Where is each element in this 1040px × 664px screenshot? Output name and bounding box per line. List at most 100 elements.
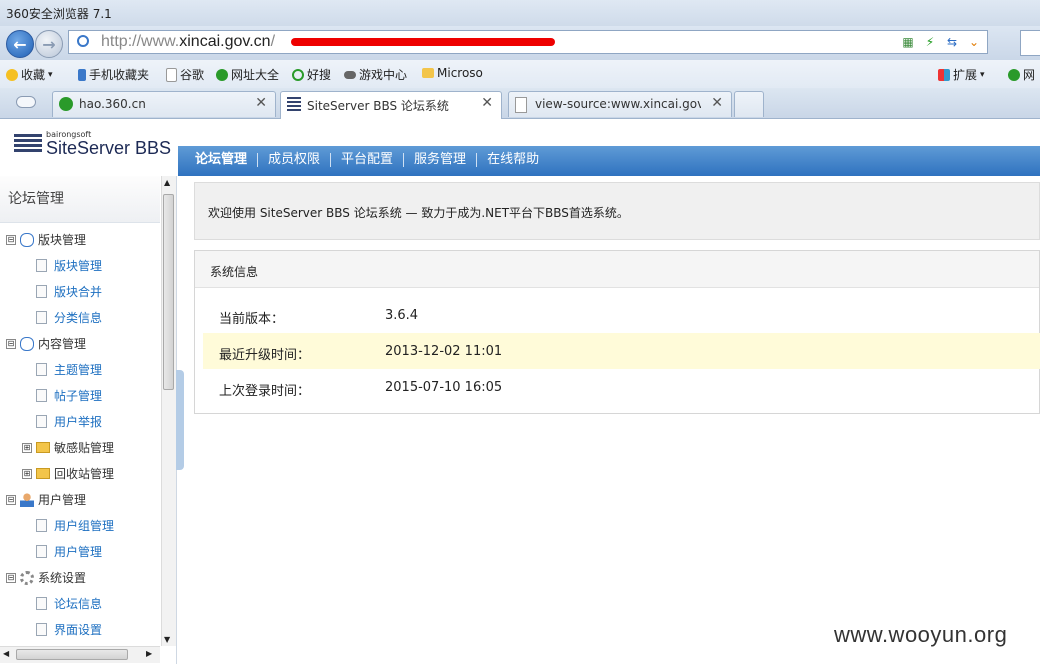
site-360-icon — [216, 68, 228, 81]
tree-item-user-manage[interactable]: 用户管理 — [36, 543, 102, 560]
browser-nav-bar: ← → http://www.xincai.gov.cn/ ▦ ⚡ ⇆ ⌄ — [0, 26, 1040, 60]
info-row-last-upgrade: 最近升级时间： 2013-12-02 11:01 — [203, 333, 1040, 369]
arrow-left-icon: ← — [13, 34, 27, 54]
tree-item-board-manage[interactable]: 版块管理 — [36, 257, 102, 274]
tree-item-category-info[interactable]: 分类信息 — [36, 309, 102, 326]
close-icon[interactable]: ✕ — [255, 95, 267, 111]
tree-label[interactable]: 分类信息 — [54, 309, 102, 326]
tree-folder-sensitive[interactable]: ⊞ 敏感贴管理 — [22, 439, 114, 456]
address-url[interactable]: http://www.xincai.gov.cn/ — [101, 33, 275, 51]
tree-item-forum-info[interactable]: 论坛信息 — [36, 595, 102, 612]
tree-label[interactable]: 版块管理 — [54, 257, 102, 274]
new-tab-button[interactable] — [734, 91, 764, 117]
lightning-icon[interactable]: ⚡ — [921, 33, 939, 51]
tree-label[interactable]: 用户组管理 — [54, 517, 114, 534]
tree-category-board[interactable]: ⊟ 版块管理 — [6, 231, 86, 248]
fav-microsoft[interactable]: Microso — [422, 66, 483, 80]
tree-label[interactable]: 界面设置 — [54, 621, 102, 638]
redaction-mark — [291, 38, 555, 46]
forward-button[interactable]: → — [35, 30, 63, 58]
fav-mobile[interactable]: 手机收藏夹 — [78, 66, 149, 83]
document-icon — [36, 597, 47, 610]
document-icon — [36, 311, 47, 324]
nav-service-admin[interactable]: 服务管理 — [403, 153, 476, 167]
info-key: 当前版本： — [219, 312, 285, 327]
tree-category-users[interactable]: ⊟ 用户管理 — [6, 491, 86, 508]
nav-online-help[interactable]: 在线帮助 — [476, 153, 549, 167]
scroll-left-icon[interactable]: ◀ — [3, 649, 9, 658]
fav-haosou[interactable]: 好搜 — [292, 66, 331, 83]
folder-icon — [36, 468, 50, 479]
scrollbar-thumb[interactable] — [16, 649, 128, 660]
switch-mode-icon[interactable]: ⇆ — [943, 33, 961, 51]
nav-forum-admin[interactable]: 论坛管理 — [195, 153, 257, 167]
tree-item-board-merge[interactable]: 版块合并 — [36, 283, 102, 300]
info-row-last-login: 上次登录时间： 2015-07-10 16:05 — [203, 369, 1040, 405]
cloud-icon[interactable] — [16, 96, 36, 108]
document-icon — [36, 363, 47, 376]
tree-label[interactable]: 用户举报 — [54, 413, 102, 430]
collapse-icon[interactable]: ⊟ — [6, 572, 16, 583]
tree-item-post-manage[interactable]: 帖子管理 — [36, 387, 102, 404]
tree-item-user-report[interactable]: 用户举报 — [36, 413, 102, 430]
shield-icon — [1008, 68, 1020, 81]
info-key: 上次登录时间： — [219, 384, 311, 399]
fav-games[interactable]: 游戏中心 — [344, 66, 407, 83]
qr-code-icon[interactable]: ▦ — [899, 33, 917, 51]
address-bar[interactable]: http://www.xincai.gov.cn/ ▦ ⚡ ⇆ ⌄ — [68, 30, 988, 54]
window-title: 360安全浏览器 7.1 — [6, 7, 112, 21]
expand-icon[interactable]: ⊞ — [22, 442, 32, 453]
tree-category-settings[interactable]: ⊟ 系统设置 — [6, 569, 86, 586]
tree-folder-recycle[interactable]: ⊞ 回收站管理 — [22, 465, 114, 482]
tree-label: 回收站管理 — [54, 467, 115, 481]
nav-platform-config[interactable]: 平台配置 — [330, 153, 403, 167]
arrow-right-icon: → — [42, 34, 56, 54]
fav-net-shield[interactable]: 网 — [1008, 66, 1035, 83]
collapse-icon[interactable]: ⊟ — [6, 338, 16, 349]
sidebar-collapse-handle[interactable] — [176, 370, 184, 470]
tab-label: hao.360.cn — [79, 97, 146, 111]
search-icon — [292, 68, 304, 81]
gamepad-icon — [344, 70, 356, 79]
welcome-text: 欢迎使用 SiteServer BBS 论坛系统 — 致力于成为.NET平台下B… — [208, 206, 629, 220]
chevron-down-icon[interactable]: ⌄ — [965, 33, 983, 51]
collapse-icon[interactable]: ⊟ — [6, 494, 16, 505]
search-box[interactable] — [1020, 30, 1040, 56]
chat-bubbles-icon — [20, 232, 34, 247]
tree-label[interactable]: 论坛信息 — [54, 595, 102, 612]
tree-label[interactable]: 主题管理 — [54, 361, 102, 378]
close-icon[interactable]: ✕ — [711, 95, 723, 111]
tree-item-topic-manage[interactable]: 主题管理 — [36, 361, 102, 378]
tree-label[interactable]: 帖子管理 — [54, 387, 102, 404]
tree-label: 用户管理 — [38, 493, 87, 507]
scrollbar-thumb[interactable] — [163, 194, 174, 390]
system-info-title: 系统信息 — [210, 265, 259, 279]
sidebar-horizontal-scrollbar[interactable]: ◀ ▶ — [0, 646, 160, 663]
scroll-right-icon[interactable]: ▶ — [146, 649, 152, 658]
tab-hao360[interactable]: hao.360.cn ✕ — [52, 91, 276, 117]
document-icon — [36, 389, 47, 402]
tab-siteserver[interactable]: SiteServer BBS 论坛系统 ✕ — [280, 91, 502, 119]
document-icon — [36, 623, 47, 636]
tree-category-content[interactable]: ⊟ 内容管理 — [6, 335, 86, 352]
info-value: 3.6.4 — [385, 308, 419, 323]
tree-label[interactable]: 用户管理 — [54, 543, 102, 560]
sidebar-header: 论坛管理 — [0, 176, 160, 223]
favorites-menu[interactable]: 收藏 ▾ — [6, 66, 53, 83]
scroll-up-icon[interactable]: ▲ — [164, 178, 170, 187]
fav-hao360[interactable]: 网址大全 — [216, 66, 279, 83]
extensions-menu[interactable]: 扩展 ▾ — [938, 66, 985, 83]
expand-icon[interactable]: ⊞ — [22, 468, 32, 479]
fav-google[interactable]: 谷歌 — [166, 66, 204, 83]
sidebar-vertical-scrollbar[interactable]: ▲ ▼ — [161, 176, 176, 646]
scroll-down-icon[interactable]: ▼ — [164, 635, 170, 644]
tree-label[interactable]: 版块合并 — [54, 283, 102, 300]
tab-view-source[interactable]: view-source:www.xincai.gov.c ✕ — [508, 91, 732, 117]
tree-item-usergroup-manage[interactable]: 用户组管理 — [36, 517, 114, 534]
nav-member-permissions[interactable]: 成员权限 — [257, 153, 330, 167]
grid-icon — [938, 68, 950, 81]
collapse-icon[interactable]: ⊟ — [6, 234, 16, 245]
tree-item-ui-settings[interactable]: 界面设置 — [36, 621, 102, 638]
back-button[interactable]: ← — [6, 30, 34, 58]
close-icon[interactable]: ✕ — [481, 95, 493, 111]
